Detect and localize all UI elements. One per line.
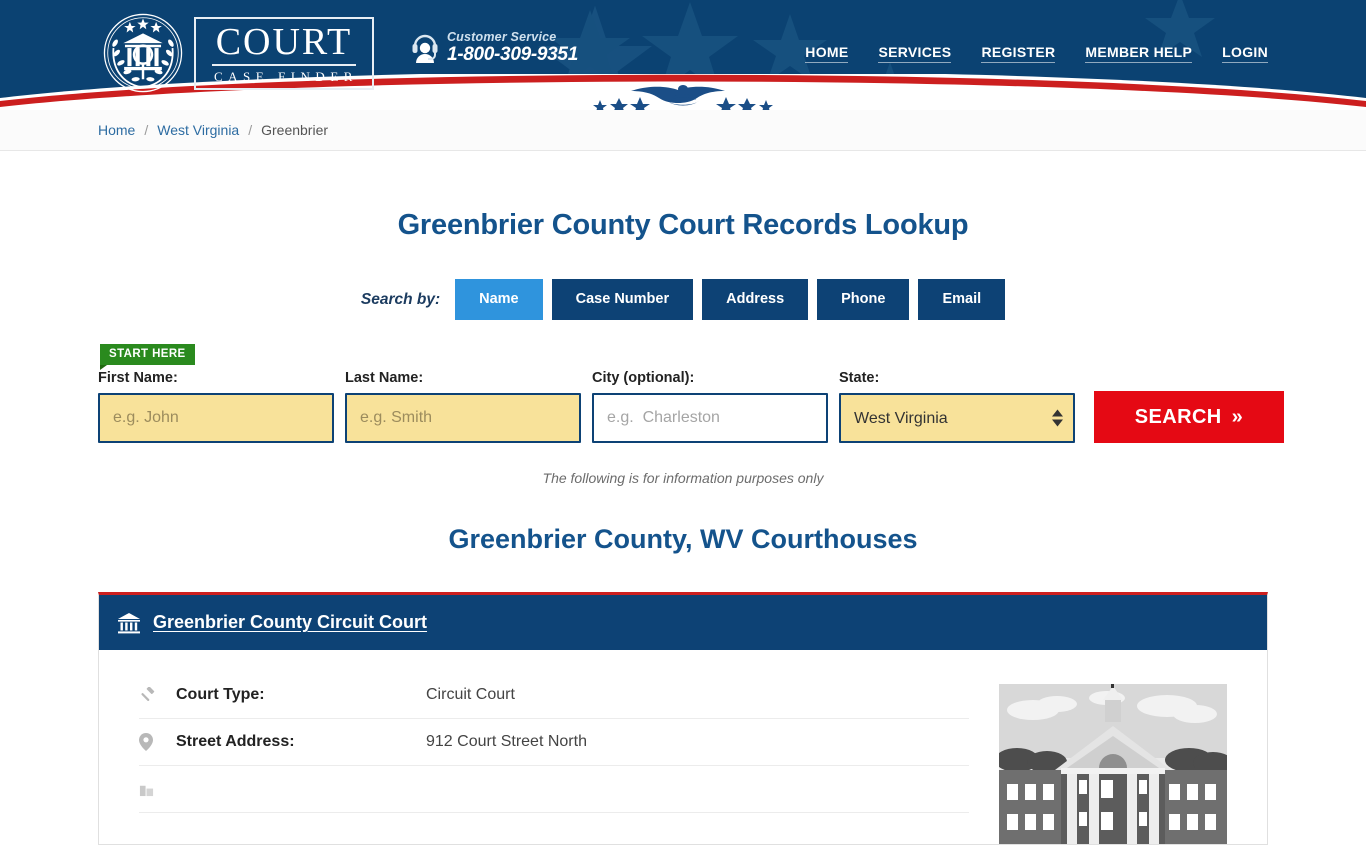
court-card-header: Greenbrier County Circuit Court (99, 595, 1267, 650)
site-logo[interactable]: COURT CASE FINDER (102, 12, 374, 94)
court-name-link[interactable]: Greenbrier County Circuit Court (153, 612, 427, 633)
headset-support-icon (412, 34, 438, 63)
tab-case-number[interactable]: Case Number (551, 279, 694, 320)
customer-service-label: Customer Service (446, 30, 557, 44)
search-form: START HERE First Name: Last Name: City (… (98, 344, 1284, 443)
map-pin-icon (139, 733, 176, 751)
first-name-input[interactable] (98, 393, 334, 443)
breadcrumb-separator: / (248, 122, 253, 138)
nav-item-login[interactable]: LOGIN (1222, 44, 1268, 63)
logo-subtitle: CASE FINDER (214, 68, 358, 84)
detail-value: 912 Court Street North (426, 733, 587, 750)
nav-item-member-help[interactable]: MEMBER HELP (1085, 44, 1193, 63)
logo-title: COURT (215, 20, 353, 63)
court-seal-icon (103, 13, 183, 93)
double-chevron-right-icon: » (1231, 405, 1244, 428)
customer-service-phone[interactable]: 1-800-309-9351 (447, 44, 578, 65)
state-label: State: (839, 370, 880, 386)
court-photo-column (969, 672, 1227, 844)
breadcrumb-item-home[interactable]: Home (98, 122, 135, 138)
field-state: State: West Virginia (839, 370, 1075, 443)
search-by-label: Search by: (360, 290, 441, 308)
breadcrumb-item-west-virginia[interactable]: West Virginia (157, 122, 239, 138)
court-card-body: Court Type: Circuit Court Street Address… (99, 650, 1267, 844)
nav-item-home[interactable]: HOME (805, 44, 849, 63)
table-row (139, 766, 969, 813)
table-row: Street Address: 912 Court Street North (139, 719, 969, 766)
disclaimer-text: The following is for information purpose… (542, 470, 824, 486)
eagle-emblem-icon (631, 85, 725, 106)
city-input[interactable] (592, 393, 828, 443)
gavel-icon (139, 686, 176, 704)
main-content: Greenbrier County Court Records Lookup S… (98, 209, 1284, 845)
last-name-label: Last Name: (345, 370, 424, 386)
customer-service-block[interactable]: Customer Service 1-800-309-9351 (412, 30, 578, 65)
tab-name[interactable]: Name (455, 279, 543, 320)
last-name-input[interactable] (345, 393, 581, 443)
court-card: Greenbrier County Circuit Court Court Ty… (98, 592, 1268, 845)
courthouse-photo (999, 684, 1227, 844)
city-label: City (optional): (592, 370, 695, 386)
nav-item-services[interactable]: SERVICES (878, 44, 952, 63)
main-navigation[interactable]: HOME SERVICES REGISTER MEMBER HELP LOGIN (805, 44, 1268, 63)
courthouse-bank-icon (118, 612, 140, 633)
breadcrumb-bar: Home / West Virginia / Greenbrier (0, 110, 1366, 151)
tab-phone[interactable]: Phone (817, 279, 910, 320)
first-name-label: First Name: (98, 370, 178, 386)
tab-email[interactable]: Email (918, 279, 1006, 320)
search-button-label: SEARCH (1134, 405, 1222, 428)
search-by-tabs: Search by: Name Case Number Address Phon… (98, 279, 1268, 320)
courthouses-section-title: Greenbrier County, WV Courthouses (448, 524, 918, 554)
field-first-name: First Name: (98, 370, 334, 443)
field-city: City (optional): (592, 370, 828, 443)
tab-address[interactable]: Address (702, 279, 809, 320)
breadcrumb-separator: / (144, 122, 149, 138)
search-button[interactable]: SEARCH » (1094, 391, 1284, 443)
logo-divider (212, 63, 356, 66)
table-row: Court Type: Circuit Court (139, 672, 969, 719)
state-select[interactable]: West Virginia (839, 393, 1075, 443)
site-header: COURT CASE FINDER Customer Service 1-800… (0, 0, 1366, 110)
page-title: Greenbrier County Court Records Lookup (397, 209, 969, 241)
nav-item-register[interactable]: REGISTER (981, 44, 1056, 63)
logo-wordmark: COURT CASE FINDER (194, 16, 374, 90)
detail-key: Street Address: (176, 733, 295, 750)
start-here-badge: START HERE (100, 344, 195, 370)
court-details-table: Court Type: Circuit Court Street Address… (139, 672, 969, 844)
breadcrumb-item-current: Greenbrier (261, 122, 329, 138)
field-last-name: Last Name: (345, 370, 581, 443)
detail-key: Court Type: (176, 686, 265, 703)
detail-value: Circuit Court (426, 686, 515, 703)
breadcrumb: Home / West Virginia / Greenbrier (98, 122, 1268, 138)
city-icon (139, 782, 176, 797)
